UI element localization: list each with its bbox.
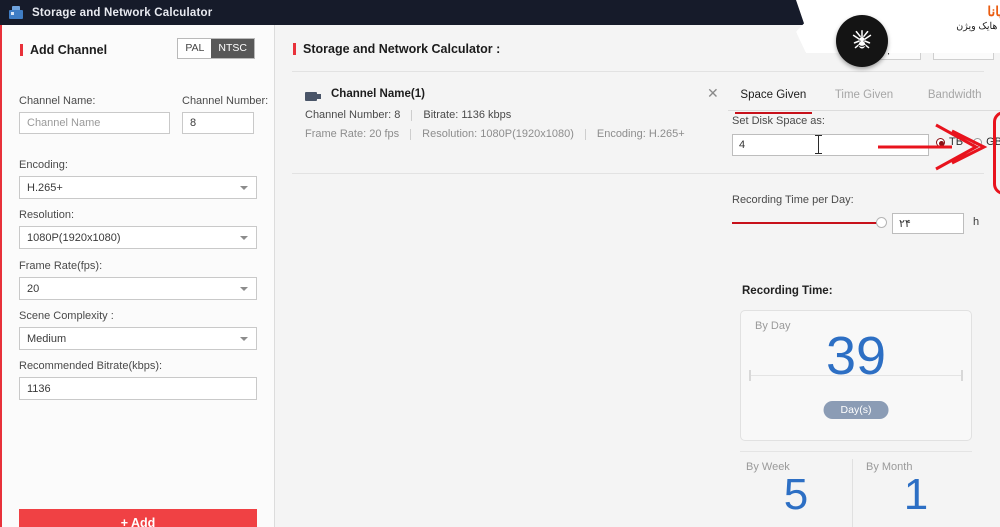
chevron-down-icon xyxy=(240,336,248,341)
by-day-value: 39 xyxy=(825,326,887,386)
by-day-unit: Day(s) xyxy=(823,401,889,419)
by-week-value: 5 xyxy=(783,470,809,519)
add-channel-panel: Add Channel PAL NTSC Channel Name: Chann… xyxy=(0,25,275,527)
ntsc-option[interactable]: NTSC xyxy=(211,39,254,58)
divider xyxy=(411,109,413,121)
recording-time-slider-track[interactable] xyxy=(732,222,878,224)
recommended-bitrate-label: Recommended Bitrate(kbps): xyxy=(19,360,163,372)
divider xyxy=(410,128,412,140)
bitrate-text: Bitrate: 1136 kbps xyxy=(423,109,512,121)
channel-number-input[interactable]: 8 xyxy=(182,112,254,134)
frame-rate-label: Frame Rate(fps): xyxy=(19,260,103,272)
half-card-divider xyxy=(852,459,853,527)
recording-hours-unit: h xyxy=(973,216,980,228)
tab-time-given[interactable]: Time Given xyxy=(819,87,910,111)
channel-card-row-primary: Channel Number: 8 Bitrate: 1136 kbps xyxy=(305,109,511,121)
app-window: Storage and Network Calculator ✕ Add Cha… xyxy=(0,0,1000,527)
scene-complexity-select[interactable]: Medium xyxy=(19,327,257,350)
video-standard-toggle[interactable]: PAL NTSC xyxy=(177,38,255,59)
recording-time-per-day-label: Recording Time per Day: xyxy=(732,194,854,206)
recording-time-week-card: By Week 5 Week(s) xyxy=(740,457,852,527)
radio-gb-label: GB xyxy=(986,136,1000,148)
encoding-text: Encoding: H.265+ xyxy=(596,128,685,140)
tabs-underline xyxy=(728,110,1000,111)
frame-rate-select[interactable]: 20 xyxy=(19,277,257,300)
channel-number-label: Channel Number: xyxy=(182,95,269,107)
add-button[interactable]: + Add xyxy=(19,509,257,527)
chevron-down-icon xyxy=(240,286,248,291)
panel-accent-bar xyxy=(0,25,2,527)
encoding-select[interactable]: H.265+ xyxy=(19,176,257,199)
channel-card-close-icon[interactable]: ✕ xyxy=(707,86,719,100)
disk-space-input[interactable]: 4 xyxy=(732,134,929,156)
recording-time-label: Recording Time: xyxy=(742,285,833,297)
main-content: Storage and Network Calculator : Export … xyxy=(276,0,1000,527)
radio-gb[interactable] xyxy=(973,137,983,147)
channel-number-text: Channel Number: 8 xyxy=(305,109,401,121)
radio-tb-label: TB xyxy=(949,136,964,148)
chevron-down-icon xyxy=(240,185,248,190)
banner-title: شرکت تارتن دژ آریانا xyxy=(987,4,1000,19)
disk-space-label: Set Disk Space as: xyxy=(732,115,825,127)
frame-rate-text: Frame Rate: 20 fps xyxy=(305,128,400,140)
scene-complexity-label: Scene Complexity : xyxy=(19,310,114,322)
tab-bandwidth[interactable]: Bandwidth xyxy=(909,87,1000,111)
sub-divider xyxy=(740,451,972,452)
channel-card-row-secondary: Frame Rate: 20 fps Resolution: 1080P(192… xyxy=(305,128,685,140)
recommended-bitrate-input[interactable]: 1136 xyxy=(19,377,257,400)
camera-icon xyxy=(305,91,322,102)
encoding-label: Encoding: xyxy=(19,159,68,171)
resolution-label: Resolution: xyxy=(19,209,75,221)
pal-option[interactable]: PAL xyxy=(178,39,212,58)
scene-complexity-value: Medium xyxy=(27,332,67,345)
tab-space-given[interactable]: Space Given xyxy=(728,87,819,114)
recording-time-slider-knob[interactable] xyxy=(876,217,887,228)
resolution-text: Resolution: 1080P(1920x1080) xyxy=(422,128,574,140)
by-month-value: 1 xyxy=(903,470,929,519)
storage-app-icon xyxy=(9,5,23,20)
recording-time-month-card: By Month 1 Month(s) xyxy=(860,457,972,527)
resolution-select[interactable]: 1080P(1920x1080) xyxy=(19,226,257,249)
banner-subtitle: نمایندگی رسمی محصولات هایک ویژن xyxy=(956,21,1000,32)
calculation-panel: Space Given Time Given Bandwidth Set Dis… xyxy=(728,87,1000,527)
calculation-tabs: Space Given Time Given Bandwidth xyxy=(728,87,1000,114)
unit-radio-group: TB GB xyxy=(936,136,1000,148)
channel-name-input[interactable]: Channel Name xyxy=(19,112,170,134)
channel-name-label: Channel Name: xyxy=(19,95,96,107)
chevron-down-icon xyxy=(240,235,248,240)
reseller-banner: شرکت تارتن دژ آریانا نمایندگی رسمی محصول… xyxy=(796,0,1000,53)
divider xyxy=(584,128,586,140)
frame-rate-value: 20 xyxy=(27,282,40,295)
spider-logo-icon xyxy=(836,15,888,67)
radio-tb[interactable] xyxy=(936,137,945,147)
resolution-value: 1080P(1920x1080) xyxy=(27,231,121,244)
recording-hours-input[interactable]: ۲۴ xyxy=(892,213,964,234)
main-title: Storage and Network Calculator : xyxy=(293,42,500,56)
recording-time-day-card: By Day 39 Day(s) xyxy=(740,310,972,441)
text-cursor-icon xyxy=(815,135,822,154)
channel-card-name: Channel Name(1) xyxy=(331,88,425,100)
encoding-value: H.265+ xyxy=(27,181,63,194)
header-divider xyxy=(292,71,984,72)
window-title: Storage and Network Calculator xyxy=(32,6,213,19)
